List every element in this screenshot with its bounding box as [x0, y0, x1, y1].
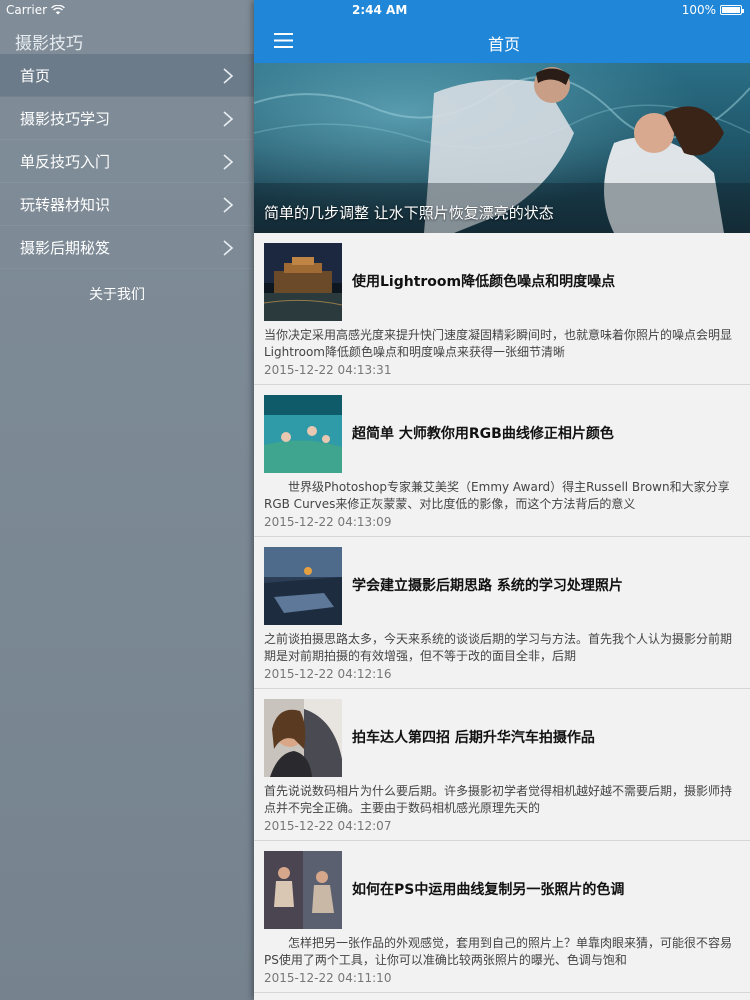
- status-bar-left: Carrier: [6, 3, 65, 17]
- sidebar-item-photography-skills[interactable]: 摄影技巧学习: [0, 97, 254, 140]
- app-title: 摄影技巧: [15, 34, 83, 54]
- sidebar-item-label: 玩转器材知识: [20, 195, 111, 214]
- article-summary: 当你决定采用高感光度来提升快门速度凝固精彩瞬间时，也就意味着你照片的噪点会明显 …: [264, 327, 750, 361]
- article-summary: 怎样把另一张作品的外观感觉，套用到自己的照片上？单靠肉眼来猜，可能很不容易 PS…: [264, 935, 750, 969]
- list-item[interactable]: 学会建立摄影后期思路 系统的学习处理照片 之前谈拍摄思路太多，今天来系统的谈谈后…: [254, 537, 750, 689]
- chevron-right-icon: [223, 197, 234, 213]
- hero-banner[interactable]: 简单的几步调整 让水下照片恢复漂亮的状态: [254, 63, 750, 233]
- article-summary: 首先说说数码相片为什么要后期。许多摄影初学者觉得相机越好越不需要后期，摄影师持 …: [264, 783, 750, 817]
- page-title: 首页: [487, 35, 520, 54]
- article-title: 如何在PS中运用曲线复制另一张照片的色调: [352, 882, 625, 898]
- sidebar-item-equipment[interactable]: 玩转器材知识: [0, 183, 254, 226]
- sidebar: Carrier 摄影技巧 首页 摄影技巧学习 单反技巧入门 玩转器材知识 摄影后…: [0, 0, 254, 1000]
- sidebar-menu: 首页 摄影技巧学习 单反技巧入门 玩转器材知识 摄影后期秘笈: [0, 54, 254, 269]
- article-summary-line: 首先说说数码相片为什么要后期。许多摄影初学者觉得相机越好越不需要后期，摄影师持: [264, 784, 733, 798]
- list-item[interactable]: 超简单 大师教你用RGB曲线修正相片颜色 世界级Photoshop专家兼艾美奖（…: [254, 385, 750, 537]
- sidebar-item-label: 单反技巧入门: [20, 152, 111, 171]
- article-summary-line: 期是对前期拍摄的有效增强，但不等于改的面目全非，后期: [264, 649, 577, 663]
- battery-icon: [720, 5, 744, 15]
- sidebar-item-post-processing[interactable]: 摄影后期秘笈: [0, 226, 254, 269]
- list-item[interactable]: 拍车达人第四招 后期升华汽车拍摄作品 首先说说数码相片为什么要后期。许多摄影初学…: [254, 689, 750, 841]
- article-summary-line: 当你决定采用高感光度来提升快门速度凝固精彩瞬间时，也就意味着你照片的噪点会明显: [264, 328, 733, 342]
- nav-bar: 2:44 AM 100% 首页: [254, 0, 750, 63]
- article-summary: 之前谈拍摄思路太多，今天来系统的谈谈后期的学习与方法。首先我个人认为摄影分前期 …: [264, 631, 750, 665]
- article-summary-line: 世界级Photoshop专家兼艾美奖（Emmy Award）得主Russell …: [264, 480, 730, 494]
- sidebar-item-home[interactable]: 首页: [0, 54, 254, 97]
- article-title: 学会建立摄影后期思路 系统的学习处理照片: [352, 578, 623, 594]
- article-summary-line: RGB Curves来修正灰蒙蒙、对比度低的影像，而这个方法背后的意义: [264, 497, 636, 511]
- article-summary-line: 怎样把另一张作品的外观感觉，套用到自己的照片上？单靠肉眼来猜，可能很不容易: [264, 936, 733, 950]
- article-date: 2015-12-22 04:13:31: [264, 363, 392, 377]
- status-battery: 100%: [681, 3, 744, 17]
- article-title: 使用Lightroom降低颜色噪点和明度噪点: [352, 274, 616, 290]
- article-title: 超简单 大师教你用RGB曲线修正相片颜色: [352, 426, 614, 442]
- article-thumbnail: [264, 243, 342, 321]
- hero-caption: 简单的几步调整 让水下照片恢复漂亮的状态: [264, 204, 554, 222]
- article-date: 2015-12-22 04:11:10: [264, 971, 392, 985]
- sidebar-item-label: 首页: [20, 66, 51, 85]
- main-panel: 2:44 AM 100% 首页 简单的几步调整 让水下照片恢复漂亮的状态 使用L…: [254, 0, 750, 1000]
- article-summary-line: PS使用了两个工具，让你可以准确比较两张照片的曝光、色调与饱和: [264, 953, 627, 967]
- about-us-link[interactable]: 关于我们: [0, 284, 234, 304]
- article-date: 2015-12-22 04:12:16: [264, 667, 392, 681]
- article-summary-line: Lightroom降低颜色噪点和明度噪点来获得一张细节清晰: [264, 345, 565, 359]
- sidebar-item-label: 摄影技巧学习: [20, 109, 111, 128]
- article-summary-line: 点并不完全正确。主要由于数码相机感光原理先天的: [264, 801, 541, 815]
- article-summary-line: 之前谈拍摄思路太多，今天来系统的谈谈后期的学习与方法。首先我个人认为摄影分前期: [264, 632, 733, 646]
- status-time: 2:44 AM: [352, 3, 408, 17]
- article-thumbnail: [264, 699, 342, 777]
- sidebar-item-dslr-basics[interactable]: 单反技巧入门: [0, 140, 254, 183]
- article-thumbnail: [264, 547, 342, 625]
- article-date: 2015-12-22 04:12:07: [264, 819, 392, 833]
- battery-label: 100%: [681, 3, 716, 17]
- wifi-icon: [51, 5, 65, 15]
- article-thumbnail: [264, 395, 342, 473]
- sidebar-item-label: 摄影后期秘笈: [20, 238, 111, 257]
- chevron-right-icon: [223, 68, 234, 84]
- article-list: 使用Lightroom降低颜色噪点和明度噪点 当你决定采用高感光度来提升快门速度…: [254, 233, 750, 993]
- article-thumbnail: [264, 851, 342, 929]
- article-title: 拍车达人第四招 后期升华汽车拍摄作品: [352, 730, 595, 746]
- chevron-right-icon: [223, 240, 234, 256]
- chevron-right-icon: [223, 111, 234, 127]
- article-date: 2015-12-22 04:13:09: [264, 515, 392, 529]
- article-summary: 世界级Photoshop专家兼艾美奖（Emmy Award）得主Russell …: [264, 479, 750, 513]
- carrier-label: Carrier: [6, 3, 48, 17]
- list-item[interactable]: 如何在PS中运用曲线复制另一张照片的色调 怎样把另一张作品的外观感觉，套用到自己…: [254, 841, 750, 993]
- list-item[interactable]: 使用Lightroom降低颜色噪点和明度噪点 当你决定采用高感光度来提升快门速度…: [254, 233, 750, 385]
- chevron-right-icon: [223, 154, 234, 170]
